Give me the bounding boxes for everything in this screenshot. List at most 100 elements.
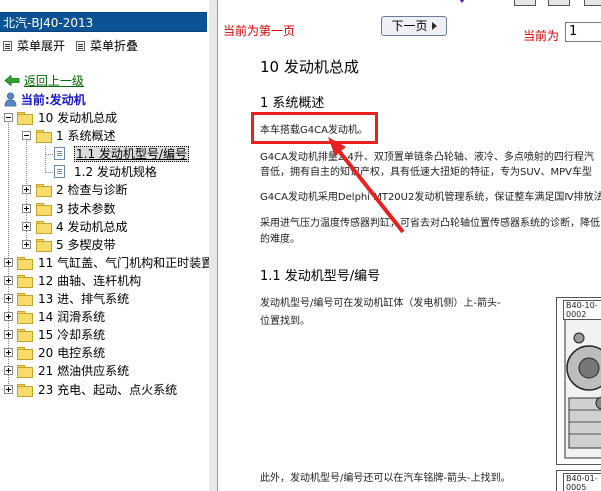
folder-icon bbox=[17, 347, 33, 360]
paragraph: 发动机型号/编号可在发动机缸体（发电机侧）上-箭头- bbox=[260, 298, 501, 309]
paragraph: 的难度。 bbox=[260, 234, 300, 245]
expand-toggle-icon[interactable] bbox=[22, 240, 31, 249]
expand-toggle-icon[interactable] bbox=[4, 366, 13, 375]
manual-title-bar: 北汽-BJ40-2013 bbox=[0, 12, 207, 32]
tree-item-label[interactable]: 20 电控系统 bbox=[38, 345, 105, 361]
tree-item[interactable]: 2 检查与诊断 bbox=[0, 182, 207, 198]
tree-item-label[interactable]: 3 技术参数 bbox=[56, 201, 115, 217]
page-toolbar: 当前为第一页 下一页 当前为 1 bbox=[218, 0, 601, 46]
back-link[interactable]: 返回上一级 bbox=[24, 74, 84, 88]
tree-item-label[interactable]: 10 发动机总成 bbox=[38, 110, 117, 126]
tree-item-label[interactable]: 4 发动机总成 bbox=[56, 219, 127, 235]
tree-item[interactable]: 1.2 发动机规格 bbox=[0, 164, 207, 180]
folder-open-icon bbox=[36, 130, 52, 143]
subsection-heading: 1.1 发动机型号/编号 bbox=[260, 269, 381, 284]
tree-item-label[interactable]: 14 润滑系统 bbox=[38, 309, 105, 325]
paragraph: G4CA发动机采用Delphi MT20U2发动机管理系统，保证整车满足国Ⅳ排放… bbox=[260, 192, 601, 203]
next-page-label: 下一页 bbox=[391, 19, 428, 33]
tree-item[interactable]: 11 气缸盖、气门机构和正时装置 bbox=[0, 255, 209, 271]
tree-line bbox=[45, 154, 53, 155]
current-location: 当前:发动机 bbox=[4, 92, 86, 108]
folder-icon bbox=[17, 365, 33, 378]
current-page-label: 当前为 bbox=[523, 29, 560, 43]
tree-item[interactable]: 12 曲轴、连杆机构 bbox=[0, 273, 207, 289]
expand-toggle-icon[interactable] bbox=[4, 385, 13, 394]
expand-toggle-icon[interactable] bbox=[4, 312, 13, 321]
document-icon bbox=[54, 165, 65, 178]
tree-item-label[interactable]: 2 检查与诊断 bbox=[56, 182, 127, 198]
figure-label: B40-10-0002 bbox=[563, 300, 601, 320]
document-icon bbox=[54, 147, 65, 160]
collapse-menu-label: 菜单折叠 bbox=[90, 39, 139, 53]
purple-arrow-icon bbox=[455, 0, 469, 3]
chapter-heading: 10 发动机总成 bbox=[260, 58, 359, 76]
tree-item[interactable]: 23 充电、起动、点火系统 bbox=[0, 382, 207, 398]
folder-icon bbox=[17, 275, 33, 288]
tree-item[interactable]: 21 燃油供应系统 bbox=[0, 363, 207, 379]
expand-toggle-icon[interactable] bbox=[22, 185, 31, 194]
tree-item[interactable]: 20 电控系统 bbox=[0, 345, 207, 361]
tree-item[interactable]: 3 技术参数 bbox=[0, 201, 207, 217]
expand-toggle-icon[interactable] bbox=[4, 276, 13, 285]
expand-toggle-icon[interactable] bbox=[4, 258, 13, 267]
tree-item-label[interactable]: 1 系统概述 bbox=[56, 128, 115, 144]
tree-item[interactable]: 10 发动机总成 bbox=[0, 110, 207, 126]
next-page-button[interactable]: 下一页 bbox=[381, 16, 447, 36]
tree-item[interactable]: 4 发动机总成 bbox=[0, 219, 207, 235]
page-number-input[interactable]: 1 bbox=[565, 22, 601, 42]
menu-icon bbox=[3, 41, 12, 51]
folder-icon bbox=[36, 221, 52, 234]
folder-icon bbox=[36, 184, 52, 197]
triangle-right-icon bbox=[431, 22, 437, 30]
figure-label: B40-01-0005 bbox=[563, 473, 601, 491]
expand-toggle-icon[interactable] bbox=[22, 222, 31, 231]
tree-item[interactable]: 1 系统概述 bbox=[0, 128, 207, 144]
panel-splitter[interactable] bbox=[209, 0, 218, 491]
tree-item-label[interactable]: 12 曲轴、连杆机构 bbox=[38, 273, 141, 289]
folder-icon bbox=[17, 311, 33, 324]
folder-icon bbox=[17, 257, 33, 270]
tree-item-label[interactable]: 15 冷却系统 bbox=[38, 327, 105, 343]
paragraph: 位置找到。 bbox=[260, 316, 310, 327]
folder-icon bbox=[17, 293, 33, 306]
collapse-toggle-icon[interactable] bbox=[4, 113, 13, 122]
document-pane: 当前为第一页 下一页 当前为 1 10 发动机总成 1 系统概述 本车搭载G4C… bbox=[218, 0, 601, 491]
page-notice: 当前为第一页 bbox=[223, 24, 296, 38]
tree-item[interactable]: 14 润滑系统 bbox=[0, 309, 207, 325]
current-location-label: 当前:发动机 bbox=[20, 93, 86, 107]
tree-item-label[interactable]: 5 多楔皮带 bbox=[56, 237, 115, 253]
back-row[interactable]: 返回上一级 bbox=[4, 74, 84, 88]
tree-item-label[interactable]: 1.2 发动机规格 bbox=[74, 164, 157, 180]
paragraph: 音低，拥有自主的知识产权，具有低速大扭矩的特征，专为SUV、MPV车型 bbox=[260, 167, 593, 178]
folder-icon bbox=[17, 384, 33, 397]
back-arrow-icon bbox=[4, 75, 20, 86]
navigation-panel: 北汽-BJ40-2013 菜单展开 菜单折叠 返回上一级 当前:发动机 10 发… bbox=[0, 0, 210, 491]
tree-item-label[interactable]: 13 进、排气系统 bbox=[38, 291, 129, 307]
expand-menu-label: 菜单展开 bbox=[17, 39, 66, 53]
tree-item-label[interactable]: 11 气缸盖、气门机构和正时装置 bbox=[38, 255, 209, 271]
expand-menu-button[interactable]: 菜单展开 bbox=[3, 39, 65, 53]
tree-item-label[interactable]: 23 充电、起动、点火系统 bbox=[38, 382, 177, 398]
tree-item[interactable]: 1.1 发动机型号/编号 bbox=[0, 146, 207, 162]
tree-item-label[interactable]: 1.1 发动机型号/编号 bbox=[74, 146, 189, 162]
toolbar-icon[interactable] bbox=[548, 0, 570, 6]
paragraph: 采用进气压力温度传感器判缸，可省去对凸轮轴位置传感器系统的诊断，降低 bbox=[260, 218, 600, 229]
collapse-toggle-icon[interactable] bbox=[22, 131, 31, 140]
expand-toggle-icon[interactable] bbox=[4, 348, 13, 357]
engine-drawing bbox=[564, 317, 601, 459]
tree-item-label[interactable]: 21 燃油供应系统 bbox=[38, 363, 129, 379]
nameplate-figure: B40-01-0005 bbox=[556, 470, 601, 491]
tree-item[interactable]: 5 多楔皮带 bbox=[0, 237, 207, 253]
folder-icon bbox=[17, 329, 33, 342]
expand-toggle-icon[interactable] bbox=[4, 330, 13, 339]
paragraph: G4CA发动机排量2.4升、双顶置单链条凸轮轴、液冷、多点喷射的四行程汽 bbox=[260, 152, 594, 163]
tree-item[interactable]: 15 冷却系统 bbox=[0, 327, 207, 343]
toolbar-icon[interactable] bbox=[584, 0, 601, 6]
folder-open-icon bbox=[17, 112, 33, 125]
toolbar-icon[interactable] bbox=[514, 0, 536, 6]
expand-toggle-icon[interactable] bbox=[22, 204, 31, 213]
expand-toggle-icon[interactable] bbox=[4, 294, 13, 303]
collapse-menu-button[interactable]: 菜单折叠 bbox=[76, 39, 138, 53]
engine-figure: B40-10-0002 bbox=[556, 297, 601, 465]
tree-item[interactable]: 13 进、排气系统 bbox=[0, 291, 207, 307]
